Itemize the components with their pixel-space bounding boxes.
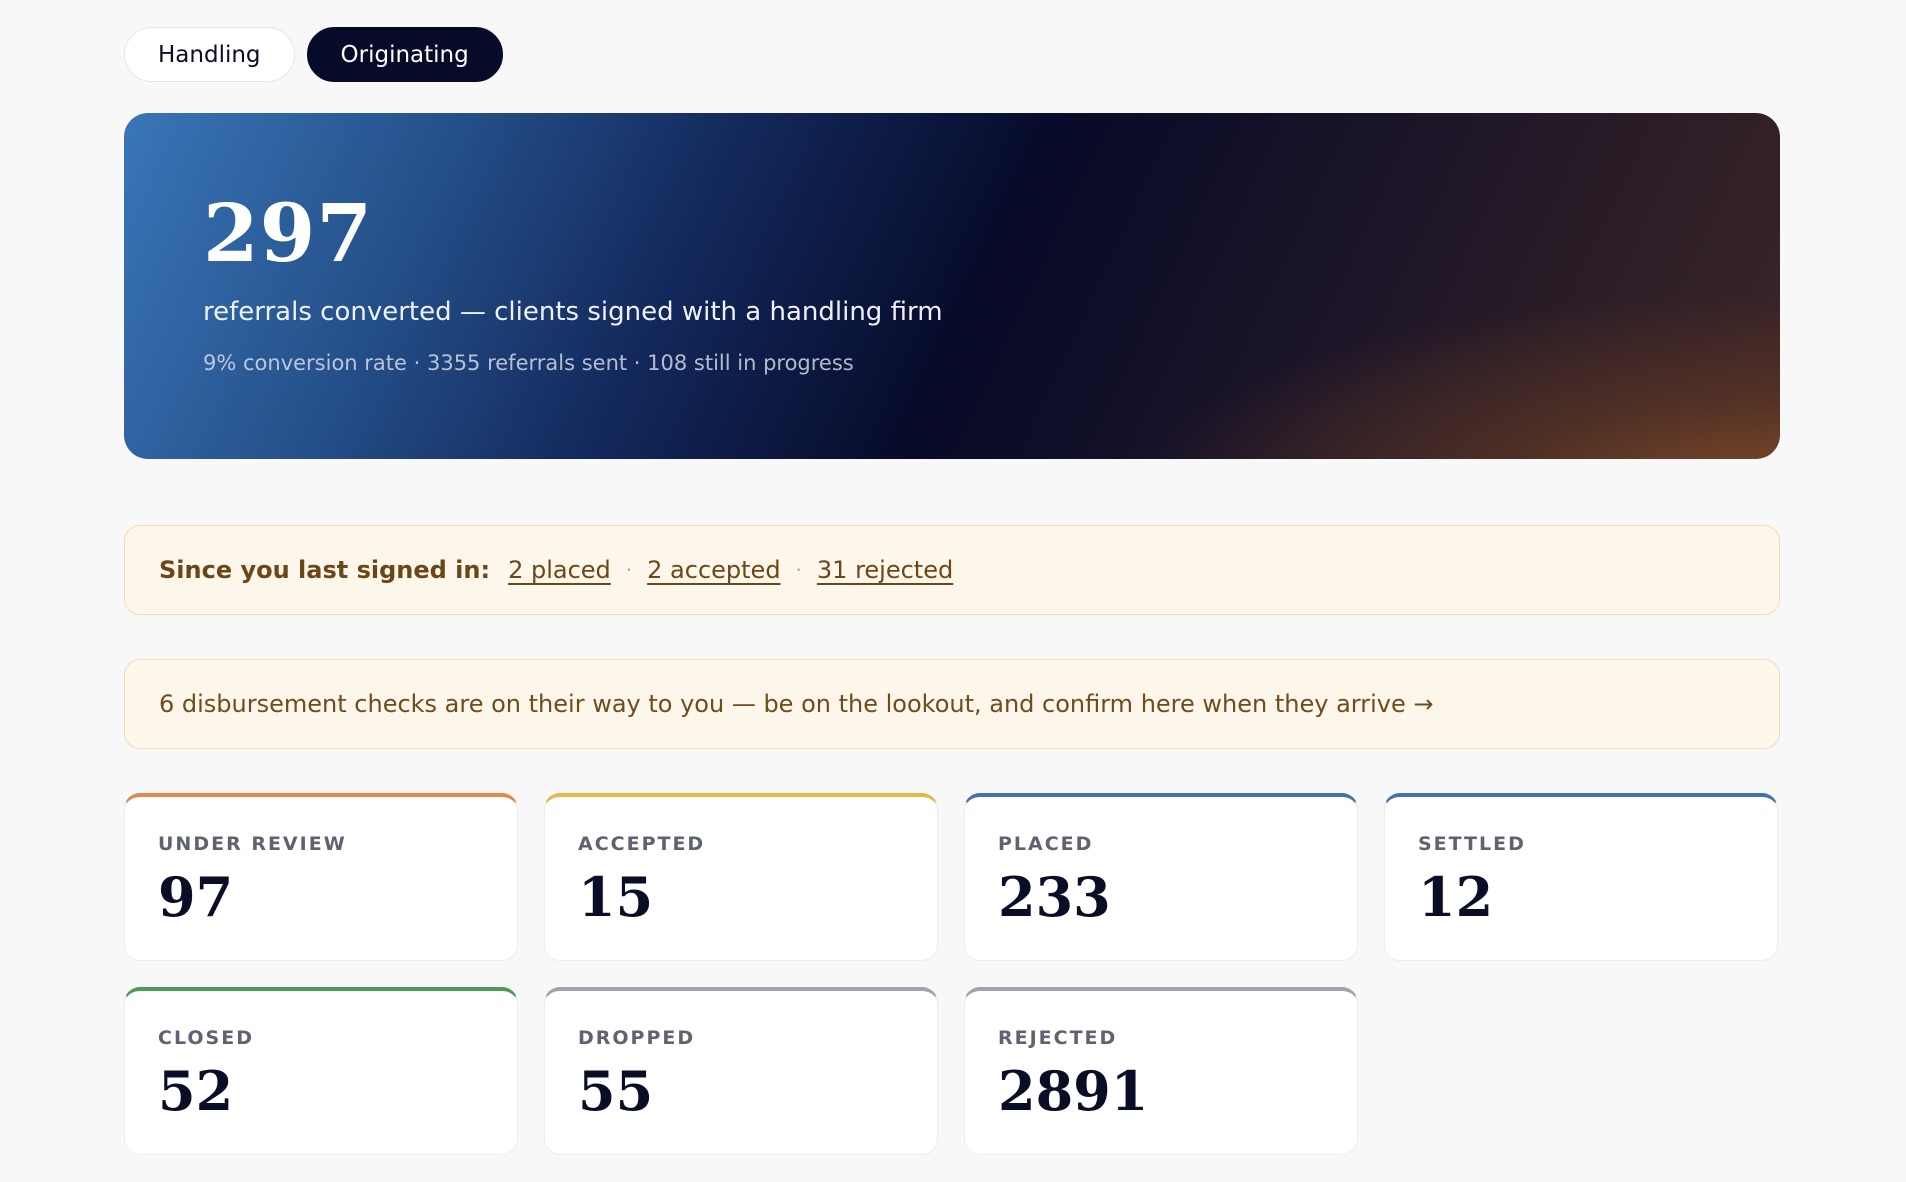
card-closed[interactable]: CLOSED 52 [124, 987, 518, 1155]
status-cards: UNDER REVIEW 97 ACCEPTED 15 PLACED 233 S… [124, 793, 1780, 1155]
card-label: ACCEPTED [578, 833, 706, 855]
card-label: DROPPED [578, 1027, 696, 1049]
card-rejected[interactable]: REJECTED 2891 [964, 987, 1358, 1155]
card-value: 15 [578, 865, 654, 929]
card-label: REJECTED [998, 1027, 1118, 1049]
card-dropped[interactable]: DROPPED 55 [544, 987, 938, 1155]
card-value: 12 [1418, 865, 1494, 929]
card-label: UNDER REVIEW [158, 833, 347, 855]
card-accepted[interactable]: ACCEPTED 15 [544, 793, 938, 961]
card-value: 52 [158, 1059, 234, 1123]
accepted-link[interactable]: 2 accepted [647, 556, 780, 584]
separator: · [795, 558, 802, 582]
page: Handling Originating 297 referrals conve… [0, 0, 1906, 1182]
conversion-hero: 297 referrals converted — clients signed… [124, 113, 1780, 459]
rejected-link[interactable]: 31 rejected [817, 556, 953, 584]
since-last-signin-notice: Since you last signed in: 2 placed · 2 a… [124, 525, 1780, 615]
tab-originating[interactable]: Originating [306, 27, 503, 82]
hero-caption: referrals converted — clients signed wit… [203, 297, 943, 327]
card-label: CLOSED [158, 1027, 254, 1049]
card-under-review[interactable]: UNDER REVIEW 97 [124, 793, 518, 961]
placed-link[interactable]: 2 placed [508, 556, 611, 584]
card-value: 233 [998, 865, 1111, 929]
role-toggle: Handling Originating [124, 27, 1780, 82]
card-settled[interactable]: SETTLED 12 [1384, 793, 1778, 961]
card-label: SETTLED [1418, 833, 1526, 855]
disbursement-checks-notice[interactable]: 6 disbursement checks are on their way t… [124, 659, 1780, 749]
card-value: 97 [158, 865, 234, 929]
separator: · [625, 558, 633, 582]
dashboard-content: Handling Originating 297 referrals conve… [124, 27, 1780, 1155]
tab-handling[interactable]: Handling [124, 27, 295, 82]
card-value: 55 [578, 1059, 654, 1123]
converted-count: 297 [203, 186, 373, 280]
hero-stats: 9% conversion rate · 3355 referrals sent… [203, 351, 854, 375]
disbursement-checks-text: 6 disbursement checks are on their way t… [159, 690, 1434, 718]
card-value: 2891 [998, 1059, 1149, 1123]
card-label: PLACED [998, 833, 1094, 855]
card-placed[interactable]: PLACED 233 [964, 793, 1358, 961]
since-label: Since you last signed in: [159, 556, 491, 584]
